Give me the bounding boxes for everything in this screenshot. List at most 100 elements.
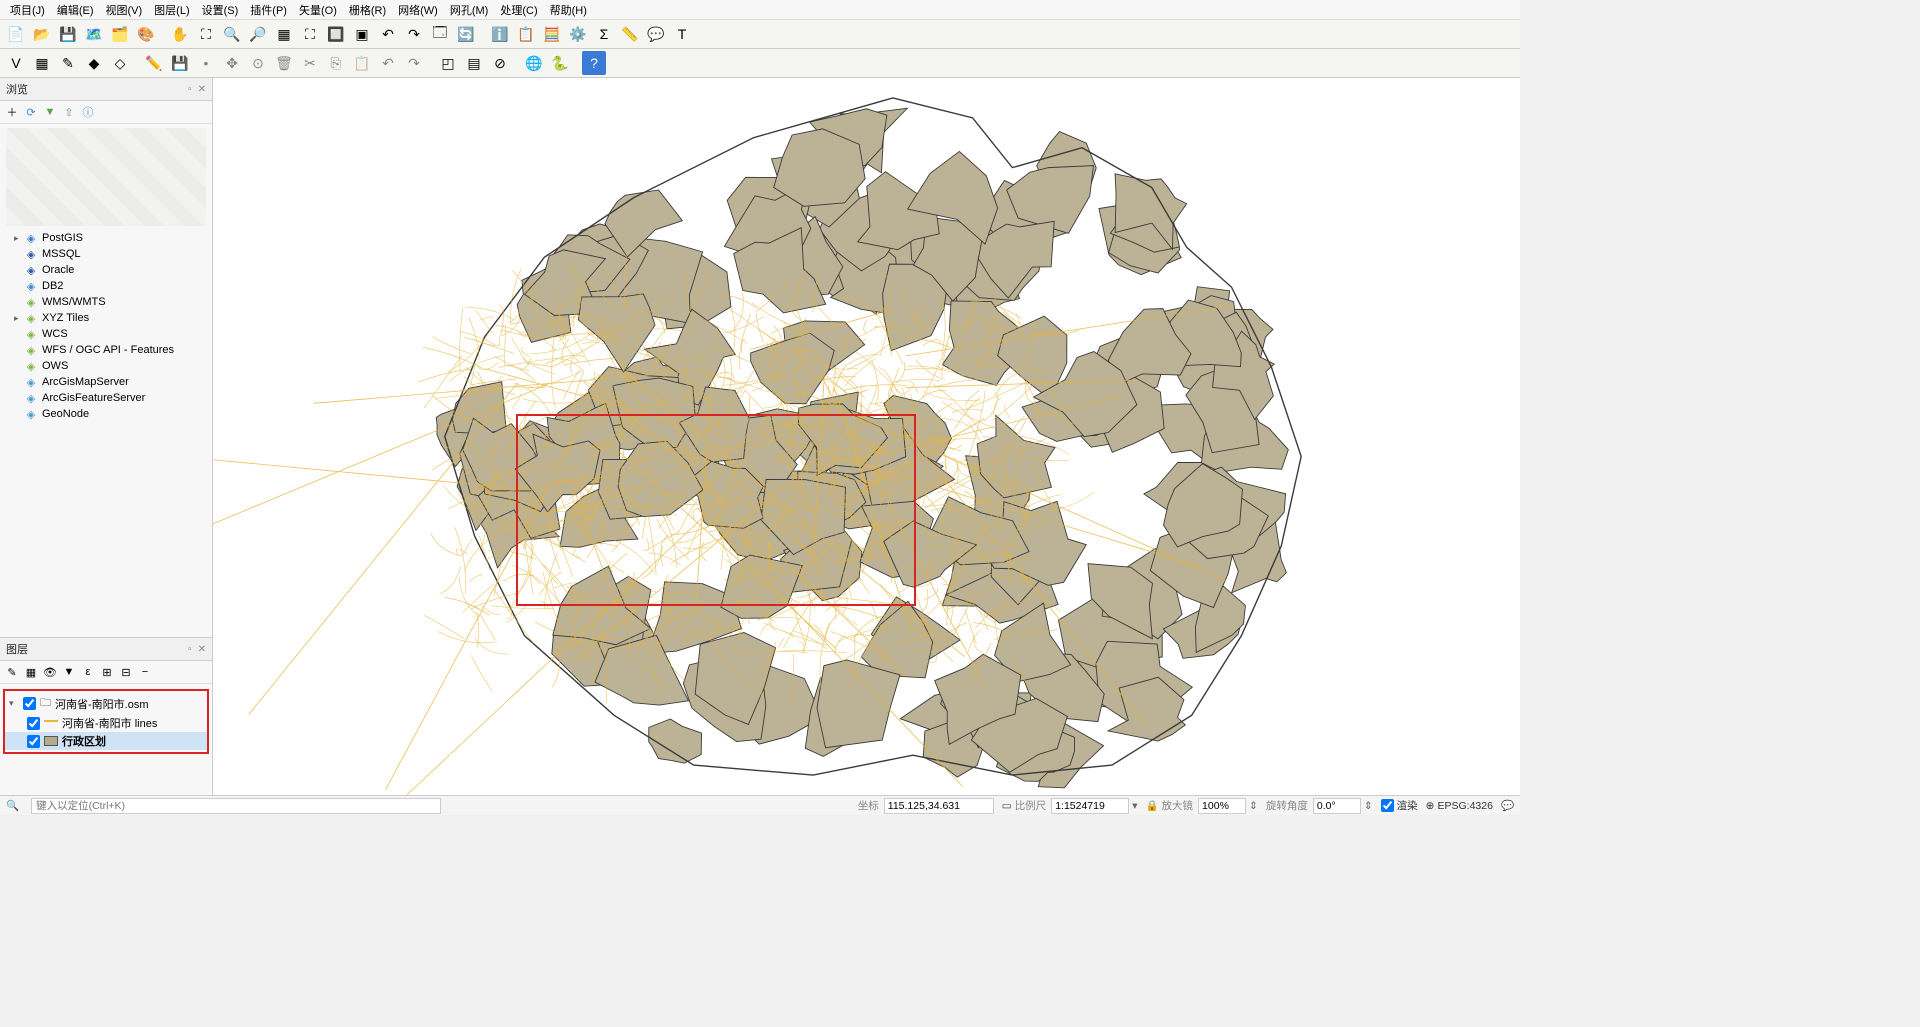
collapse-all-icon[interactable]: ⊟ [118, 664, 134, 680]
delete-selected-button[interactable]: 🗑 [272, 51, 296, 75]
select-features-button[interactable]: ◰ [436, 51, 460, 75]
browser-item[interactable]: ◈Oracle [2, 262, 210, 278]
messages-icon[interactable]: 💬 [1501, 799, 1514, 812]
menu-edit[interactable]: 编辑(E) [51, 0, 100, 20]
menu-view[interactable]: 视图(V) [100, 0, 149, 20]
refresh-button[interactable]: 🔄 [454, 22, 478, 46]
zoom-native-button[interactable]: ▦ [272, 22, 296, 46]
add-layer-icon[interactable]: ＋ [4, 104, 20, 120]
browser-item[interactable]: ◈DB2 [2, 278, 210, 294]
add-group-icon[interactable]: ▦ [23, 664, 39, 680]
zoom-last-button[interactable]: ↶ [376, 22, 400, 46]
coord-value[interactable] [884, 798, 994, 814]
epsg-label[interactable]: EPSG:4326 [1437, 800, 1492, 812]
map-canvas[interactable] [213, 78, 1520, 795]
new-print-layout-button[interactable]: 🗺️ [82, 22, 106, 46]
layer-lines[interactable]: 河南省-南阳市 lines [5, 714, 207, 732]
browser-item[interactable]: ◈WMS/WMTS [2, 294, 210, 310]
node-tool-button[interactable]: ⊙ [246, 51, 270, 75]
identify-button[interactable]: ℹ️ [488, 22, 512, 46]
menu-help[interactable]: 帮助(H) [544, 0, 593, 20]
extents-icon[interactable]: ▭ [1002, 800, 1012, 812]
magnifier-value[interactable] [1198, 798, 1246, 814]
undo-button[interactable]: ↶ [376, 51, 400, 75]
menu-mesh[interactable]: 网孔(M) [444, 0, 495, 20]
zoom-layer-button[interactable]: ▣ [350, 22, 374, 46]
collapse-icon[interactable]: ⇧ [61, 104, 77, 120]
cut-button[interactable]: ✂ [298, 51, 322, 75]
browser-item[interactable]: ▸◈PostGIS [2, 230, 210, 246]
attributes-button[interactable]: 📋 [514, 22, 538, 46]
layer-visibility-icon[interactable]: 👁 [42, 664, 58, 680]
pan-to-selection-button[interactable]: ⛶ [194, 22, 218, 46]
properties-icon[interactable]: ⓘ [80, 104, 96, 120]
menu-vector[interactable]: 矢量(O) [293, 0, 343, 20]
layer-admin[interactable]: 行政区划 [5, 732, 207, 750]
layer-style-icon[interactable]: ✎ [4, 664, 20, 680]
toolbox-button[interactable]: ⚙️ [566, 22, 590, 46]
layer-group-checkbox[interactable] [23, 697, 36, 710]
spinner-icon[interactable]: ⇕ [1364, 800, 1373, 812]
save-edits-button[interactable]: 💾 [168, 51, 192, 75]
layout-manager-button[interactable]: 🗂️ [108, 22, 132, 46]
browser-item[interactable]: ◈WCS [2, 326, 210, 342]
osm-download-button[interactable]: 🌐 [522, 51, 546, 75]
browser-item[interactable]: ◈OWS [2, 358, 210, 374]
layer-group-osm[interactable]: ▾ 🗀 河南省-南阳市.osm [5, 693, 207, 714]
locator-input[interactable] [31, 798, 441, 814]
deselect-button[interactable]: ⊘ [488, 51, 512, 75]
copy-button[interactable]: ⎘ [324, 51, 348, 75]
pan-button[interactable]: ✋ [168, 22, 192, 46]
menu-web[interactable]: 网络(W) [392, 0, 444, 20]
expander-icon[interactable]: ▾ [9, 698, 19, 709]
menu-settings[interactable]: 设置(S) [196, 0, 245, 20]
browser-item[interactable]: ▸◈XYZ Tiles [2, 310, 210, 326]
expression-filter-icon[interactable]: ε [80, 664, 96, 680]
zoom-next-button[interactable]: ↷ [402, 22, 426, 46]
browser-item[interactable]: ◈GeoNode [2, 406, 210, 422]
python-console-button[interactable]: 🐍 [548, 51, 572, 75]
stats-button[interactable]: Σ [592, 22, 616, 46]
panel-undock-icon[interactable]: ▫ [188, 84, 192, 95]
help-button[interactable]: ? [582, 51, 606, 75]
remove-layer-icon[interactable]: − [137, 664, 153, 680]
select-by-value-button[interactable]: ▤ [462, 51, 486, 75]
zoom-full-button[interactable]: ⛶ [298, 22, 322, 46]
measure-button[interactable]: 📏 [618, 22, 642, 46]
locate-icon[interactable]: 🔍 [6, 799, 19, 812]
new-scratch-layer-button[interactable]: ✎ [56, 51, 80, 75]
zoom-in-button[interactable]: 🔍 [220, 22, 244, 46]
toggle-edit-button[interactable]: ✏️ [142, 51, 166, 75]
move-feature-button[interactable]: ✥ [220, 51, 244, 75]
layers-tree[interactable]: ▾ 🗀 河南省-南阳市.osm 河南省-南阳市 lines 行政区划 [0, 684, 212, 795]
menu-raster[interactable]: 栅格(R) [343, 0, 392, 20]
scale-value[interactable] [1051, 798, 1129, 814]
add-vector-button[interactable]: V [4, 51, 28, 75]
refresh-icon[interactable]: ⟳ [23, 104, 39, 120]
add-raster-button[interactable]: ▦ [30, 51, 54, 75]
panel-undock-icon[interactable]: ▫ [188, 644, 192, 655]
spinner-icon[interactable]: ⇕ [1249, 800, 1258, 812]
zoom-out-button[interactable]: 🔎 [246, 22, 270, 46]
browser-item[interactable]: ◈ArcGisMapServer [2, 374, 210, 390]
layer-lines-checkbox[interactable] [27, 717, 40, 730]
new-map-view-button[interactable]: 🗔 [428, 22, 452, 46]
expand-all-icon[interactable]: ⊞ [99, 664, 115, 680]
crs-icon[interactable]: ⊕ [1426, 800, 1435, 812]
menu-layer[interactable]: 图层(L) [148, 0, 195, 20]
lock-icon[interactable]: 🔒 [1145, 799, 1158, 812]
field-calc-button[interactable]: 🧮 [540, 22, 564, 46]
save-project-button[interactable]: 💾 [56, 22, 80, 46]
panel-close-icon[interactable]: ✕ [198, 84, 206, 95]
menu-plugins[interactable]: 插件(P) [244, 0, 293, 20]
panel-close-icon[interactable]: ✕ [198, 644, 206, 655]
style-manager-button[interactable]: 🎨 [134, 22, 158, 46]
menu-project[interactable]: 项目(J) [4, 0, 51, 20]
filter-legend-icon[interactable]: ▼ [61, 664, 77, 680]
layer-admin-checkbox[interactable] [27, 735, 40, 748]
rotation-value[interactable] [1313, 798, 1361, 814]
new-shapefile-button[interactable]: ◇ [108, 51, 132, 75]
render-checkbox[interactable] [1381, 799, 1394, 812]
browser-item[interactable]: ◈MSSQL [2, 246, 210, 262]
new-project-button[interactable]: 📄 [4, 22, 28, 46]
